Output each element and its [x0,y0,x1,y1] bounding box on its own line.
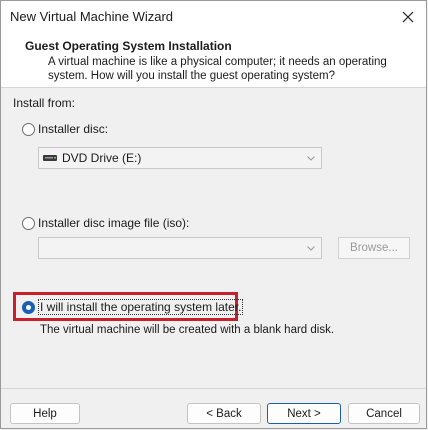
footer-divider [1,388,426,389]
back-button[interactable]: < Back [187,403,261,424]
title-bar: New Virtual Machine Wizard [1,1,426,33]
install-later-option[interactable]: I will install the operating system late… [22,299,244,315]
page-title: Guest Operating System Installation [25,39,232,53]
window-title: New Virtual Machine Wizard [10,9,174,24]
browse-button[interactable]: Browse... [338,237,410,259]
help-button[interactable]: Help [10,403,80,424]
iso-path-combobox[interactable] [38,237,322,259]
installer-disc-option[interactable]: Installer disc: [22,122,108,136]
next-button[interactable]: Next > [267,403,341,424]
dvd-drive-icon [43,155,57,161]
installer-disc-radio[interactable] [22,122,35,136]
page-description: A virtual machine is like a physical com… [48,56,387,82]
blank-disk-note: The virtual machine will be created with… [40,324,335,336]
iso-label: Installer disc image file (iso): [38,216,190,230]
close-button[interactable] [390,1,426,33]
cancel-button[interactable]: Cancel [348,403,420,424]
close-icon [402,11,414,23]
install-later-radio[interactable] [22,300,35,314]
installer-disc-label: Installer disc: [38,122,109,136]
disc-dropdown[interactable]: DVD Drive (E:) [38,147,322,169]
iso-option[interactable]: Installer disc image file (iso): [22,216,189,230]
disc-dropdown-value: DVD Drive (E:) [62,151,142,165]
install-from-label: Install from: [13,96,76,110]
chevron-down-icon [307,246,315,251]
wizard-header: Guest Operating System Installation A vi… [1,33,426,88]
chevron-down-icon [307,156,315,161]
wizard-window: New Virtual Machine Wizard Guest Operati… [0,0,427,429]
install-later-label: I will install the operating system late… [38,299,244,315]
iso-radio[interactable] [22,216,35,230]
